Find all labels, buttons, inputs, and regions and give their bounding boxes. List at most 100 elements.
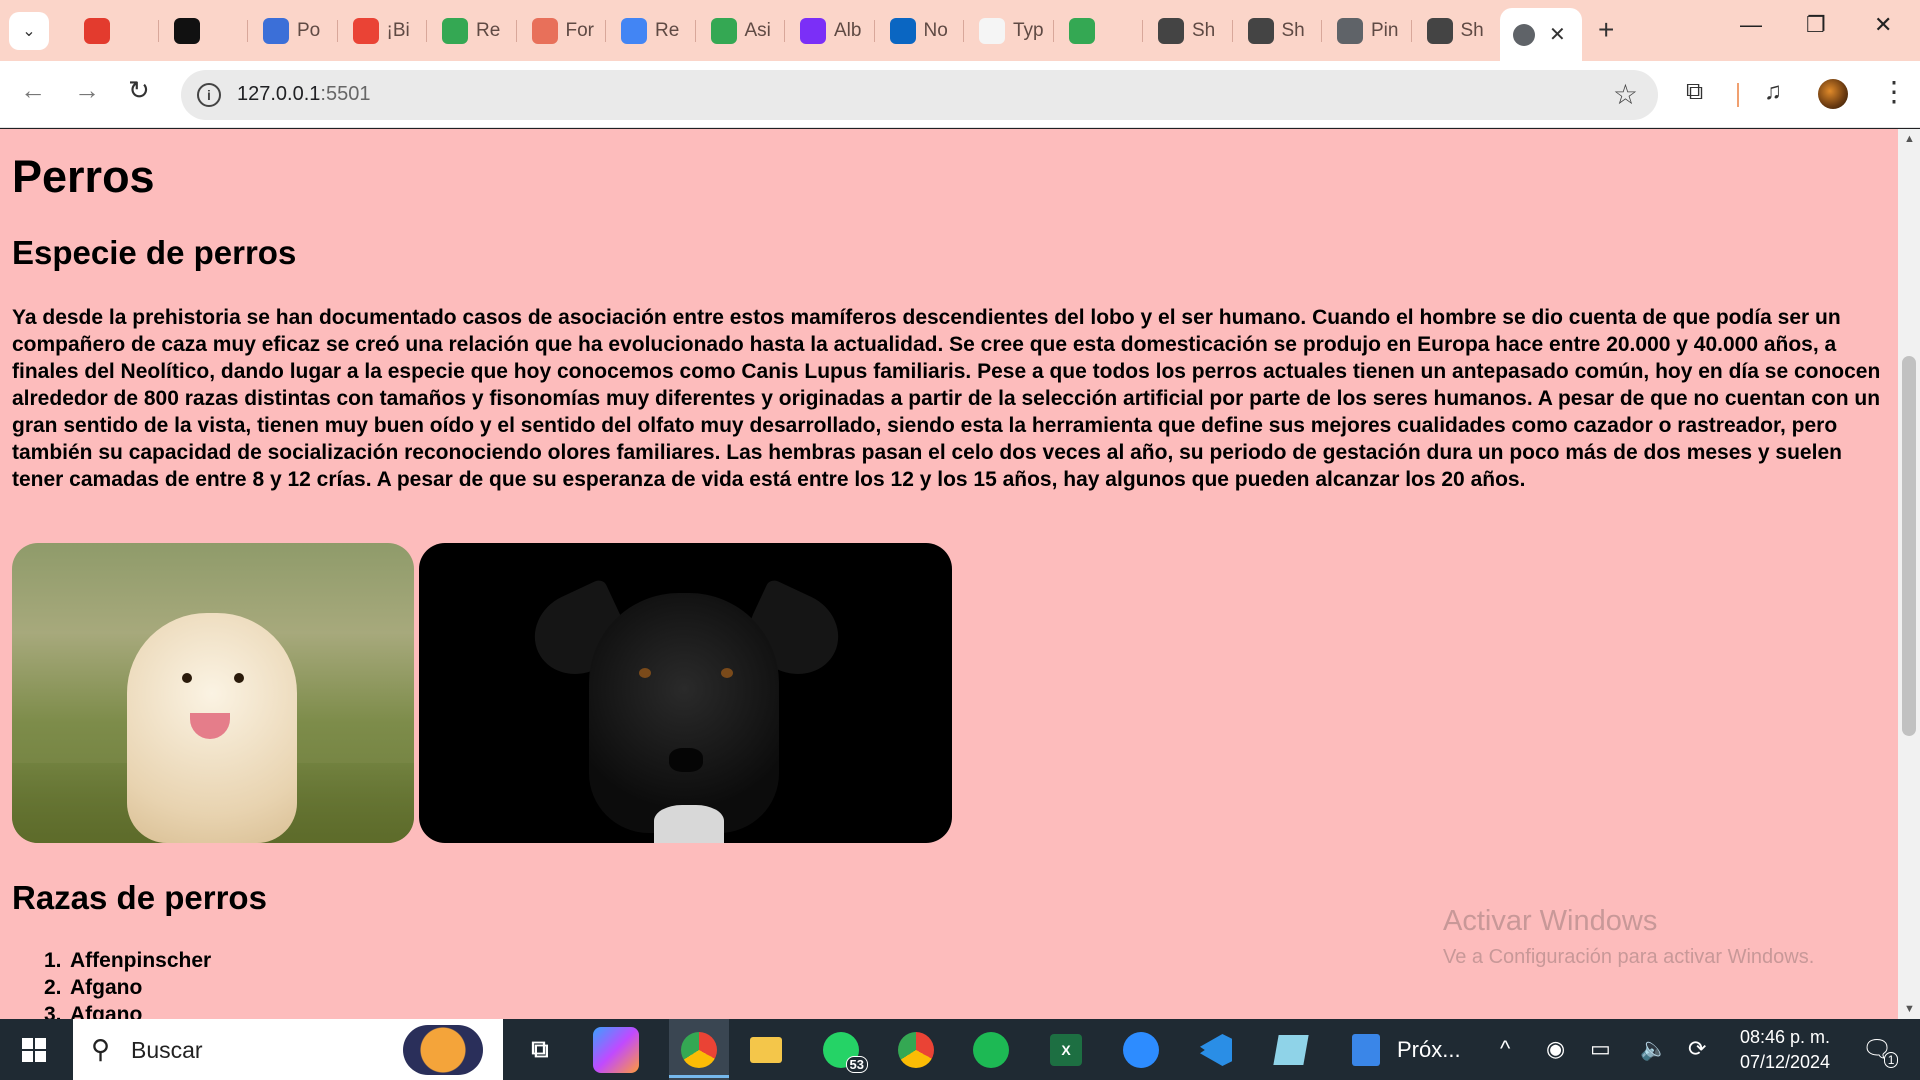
code-icon [1247, 18, 1274, 44]
tab-separator [784, 20, 785, 42]
activate-windows-watermark: Activar Windows Ve a Configuración para … [1443, 905, 1815, 968]
tab-separator [963, 20, 964, 42]
tab-11[interactable] [1057, 13, 1141, 49]
tab-label: Asi [744, 20, 771, 41]
word-doc-icon[interactable] [1343, 1027, 1389, 1073]
battery-icon[interactable]: ▭ [1590, 1036, 1611, 1062]
tab-0[interactable] [72, 13, 156, 49]
code-icon [1158, 18, 1184, 44]
tab-10[interactable]: Typ [967, 13, 1051, 49]
record-icon[interactable]: ◉ [1546, 1036, 1565, 1062]
new-tab-button[interactable]: + [1598, 14, 1614, 46]
profile-avatar[interactable] [1818, 79, 1848, 109]
tab-14[interactable]: Pin [1325, 13, 1409, 49]
scroll-up-arrow-icon[interactable]: ▲ [1904, 133, 1915, 145]
vscode-icon[interactable] [1193, 1027, 1239, 1073]
plus-circle-icon [710, 18, 737, 44]
browser-toolbar: ← → ↻ i 127.0.0.1:5501 ☆ ⧉ ♫ ⋮ [0, 61, 1920, 128]
black-dog-image [419, 543, 952, 843]
list-item: 3. Afgano [44, 1003, 143, 1019]
zoom-icon[interactable] [1118, 1027, 1164, 1073]
bookmark-star-icon[interactable]: ☆ [1613, 78, 1638, 111]
close-window-button[interactable]: ✕ [1874, 12, 1892, 38]
taskbar-search[interactable]: ⚲ Buscar [73, 1019, 503, 1080]
section-heading-breeds: Razas de perros [12, 879, 267, 916]
reload-button[interactable]: ↻ [128, 75, 150, 106]
whatsapp-icon[interactable]: 53 [818, 1027, 868, 1073]
scroll-down-arrow-icon[interactable]: ▼ [1904, 1003, 1915, 1015]
close-tab-icon[interactable]: ✕ [1549, 22, 1566, 47]
media-controls-icon[interactable]: ♫ [1764, 78, 1782, 106]
address-url[interactable]: 127.0.0.1:5501 [237, 83, 370, 106]
list-item: 1. Affenpinscher [44, 949, 212, 972]
tab-6[interactable]: Re [609, 13, 693, 49]
tab-12[interactable]: Sh [1146, 13, 1230, 49]
search-highlight-image [403, 1025, 483, 1075]
scroll-thumb[interactable] [1902, 356, 1916, 736]
tab-separator [336, 20, 338, 42]
form-icon [531, 18, 558, 44]
tab-15[interactable]: Sh [1415, 13, 1499, 49]
tab-label: Re [476, 20, 501, 41]
menu-kebab-icon[interactable]: ⋮ [1880, 75, 1908, 108]
back-button[interactable]: ← [20, 75, 46, 106]
excel-icon[interactable]: X [1043, 1027, 1089, 1073]
tab-7[interactable]: Asi [699, 13, 783, 49]
tab-label: Pin [1371, 20, 1399, 41]
tab-1[interactable] [162, 13, 246, 49]
spotify-icon[interactable] [968, 1027, 1014, 1073]
tab-label: Sh [1281, 20, 1305, 41]
volume-icon[interactable]: 🔈 [1640, 1036, 1667, 1062]
tab-active[interactable]: ✕ [1500, 8, 1582, 61]
tab-label: Typ [1013, 20, 1044, 41]
tab-separator [873, 20, 875, 42]
tab-separator [515, 20, 517, 42]
tab-9[interactable]: No [878, 13, 962, 49]
tab-label: No [923, 20, 948, 41]
tab-separator [1142, 20, 1143, 42]
file-explorer-icon[interactable] [743, 1027, 789, 1073]
tab-separator [1410, 20, 1412, 42]
clock[interactable]: 08:46 p. m. 07/12/2024 [1720, 1025, 1850, 1075]
tab-separator [694, 20, 696, 42]
vertical-scrollbar[interactable]: ▲ ▼ [1898, 129, 1920, 1019]
page-viewport: Perros Especie de perros Ya desde la pre… [0, 129, 1898, 1019]
page-title: Perros [12, 151, 155, 202]
zm-icon [263, 18, 289, 44]
tab-separator [247, 20, 248, 42]
notifications-icon[interactable]: 🗨 1 [1862, 1035, 1899, 1068]
tab-4[interactable]: Re [430, 13, 514, 49]
extensions-icon[interactable]: ⧉ [1686, 78, 1703, 106]
address-bar[interactable]: i 127.0.0.1:5501 ☆ [181, 70, 1658, 120]
windows-taskbar: ⚲ Buscar ⧉ 53 X Próx... ^ ◉ ▭ 🔈 ⟳ 08:46 … [0, 1019, 1920, 1080]
copilot-icon[interactable] [593, 1027, 639, 1073]
species-paragraph: Ya desde la prehistoria se han documenta… [12, 306, 1881, 491]
chrome-taskbar-icon[interactable] [669, 1019, 729, 1080]
docs-icon [621, 18, 647, 44]
b-icon [800, 18, 826, 44]
sync-icon[interactable]: ⟳ [1688, 1036, 1706, 1062]
tray-overflow-icon[interactable]: ^ [1500, 1036, 1510, 1062]
task-view-icon[interactable]: ⧉ [517, 1027, 563, 1073]
notepad-icon[interactable] [1268, 1027, 1314, 1073]
tab-label: ¡Bi [386, 20, 410, 41]
tab-separator [1321, 20, 1322, 42]
tab-3[interactable]: ¡Bi [341, 13, 425, 49]
forward-button[interactable]: → [74, 75, 100, 106]
chrome-profile-icon[interactable] [893, 1027, 939, 1073]
tab-2[interactable]: Po [251, 13, 335, 49]
tab-5[interactable]: For [520, 13, 604, 49]
tab-8[interactable]: Alb [788, 13, 872, 49]
start-button[interactable] [22, 1038, 46, 1062]
tab-label: Re [655, 20, 680, 41]
minimize-button[interactable]: — [1740, 12, 1762, 38]
tab-search-button[interactable]: ⌄ [9, 12, 49, 50]
gmail-icon [352, 18, 379, 44]
site-info-icon[interactable]: i [197, 83, 221, 107]
restore-button[interactable]: ❐ [1806, 12, 1826, 38]
m-icon [173, 18, 200, 44]
tab-13[interactable]: Sh [1236, 13, 1320, 49]
tab-label: Sh [1192, 20, 1216, 41]
breeds-list: 1. Affenpinscher 2. Afgano 3. Afgano [44, 947, 211, 1019]
globe-icon [1337, 18, 1363, 44]
